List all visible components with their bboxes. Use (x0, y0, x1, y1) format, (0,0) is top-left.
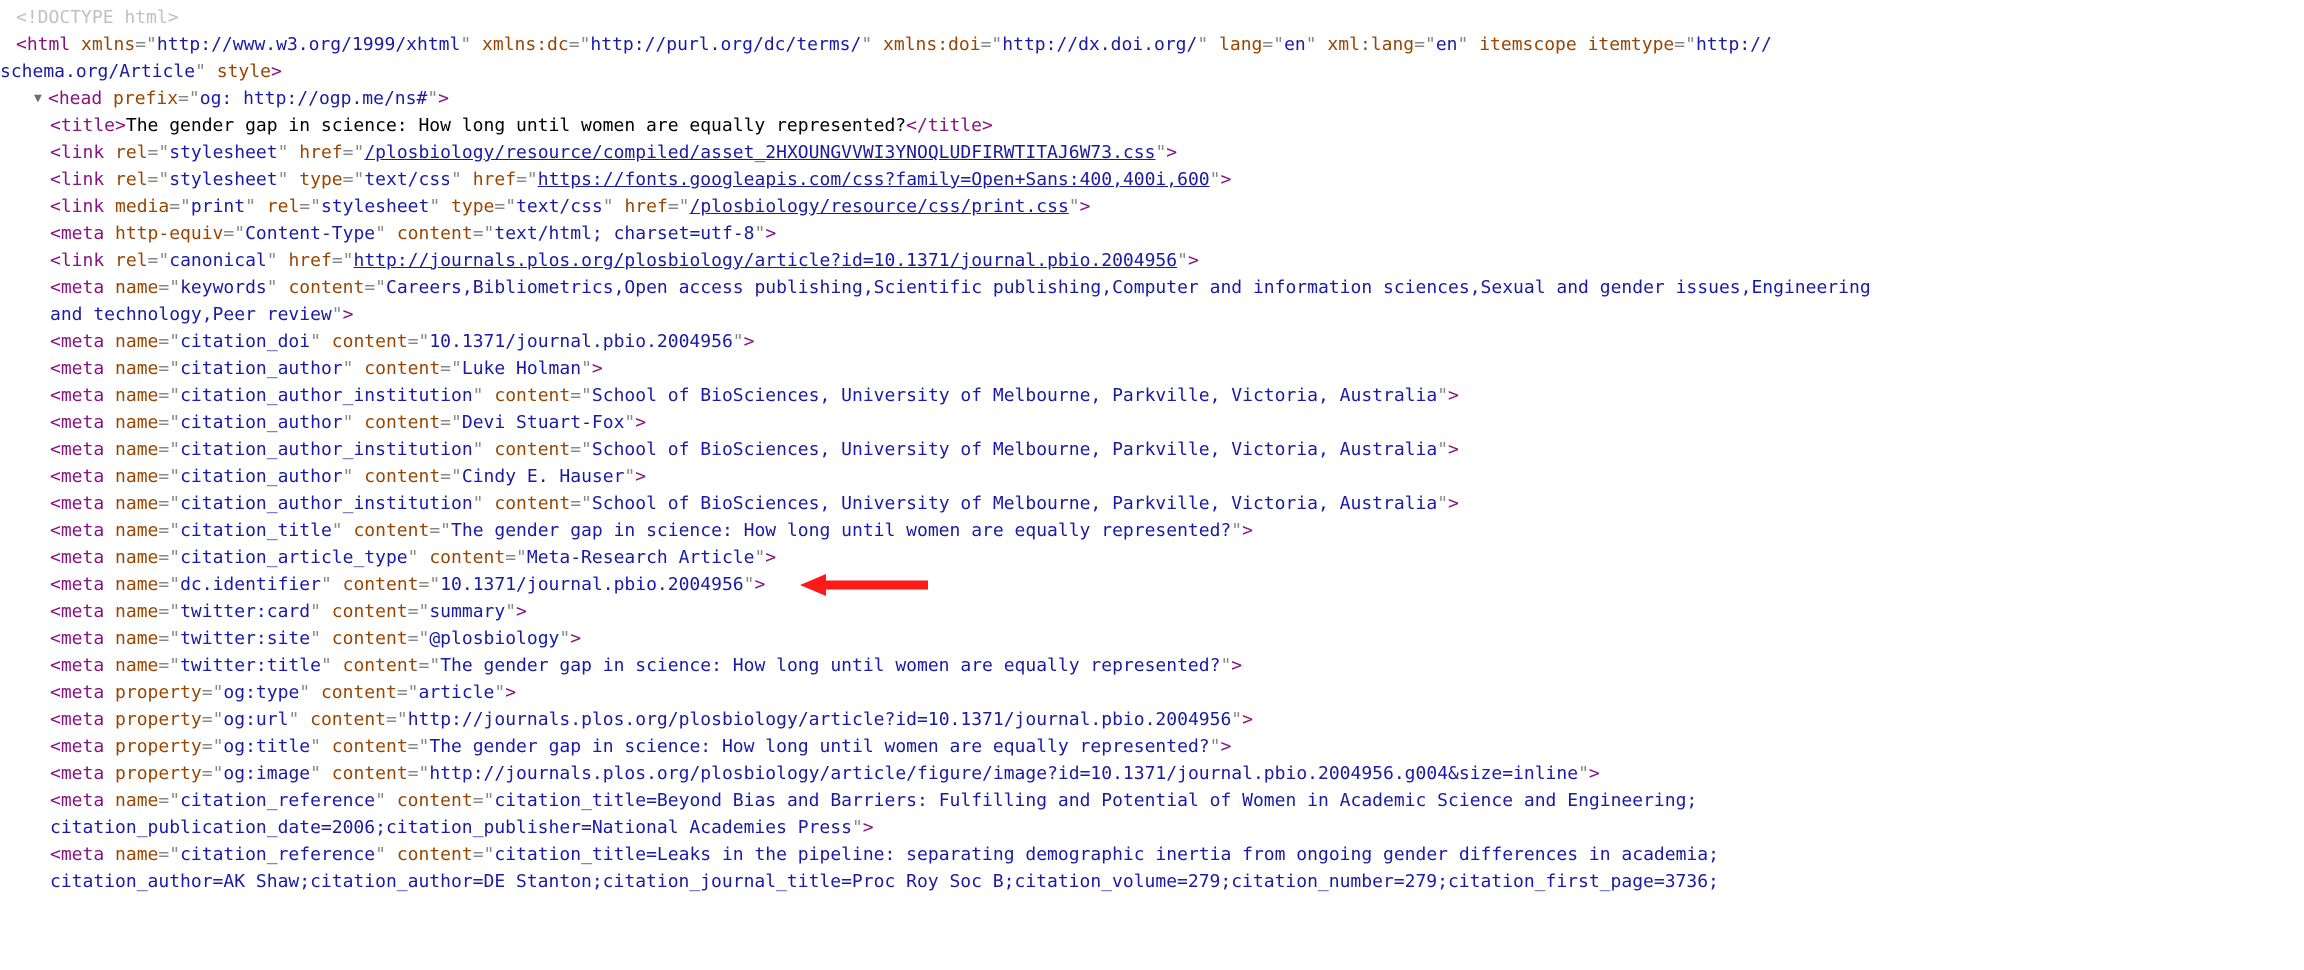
meta-citation-author-institution-node[interactable]: <meta name="citation_author_institution"… (0, 490, 2304, 517)
meta-citation-reference-node-wrap[interactable]: citation_publication_date=2006;citation_… (0, 814, 2304, 841)
link-print-stylesheet-node[interactable]: <link media="print" rel="stylesheet" typ… (0, 193, 2304, 220)
meta-og-type-node[interactable]: <meta property="og:type" content="articl… (0, 679, 2304, 706)
meta-og-title-node[interactable]: <meta property="og:title" content="The g… (0, 733, 2304, 760)
meta-citation-article-type-node[interactable]: <meta name="citation_article_type" conte… (0, 544, 2304, 571)
meta-citation-author-node[interactable]: <meta name="citation_author" content="De… (0, 409, 2304, 436)
meta-og-url-node[interactable]: <meta property="og:url" content="http://… (0, 706, 2304, 733)
meta-citation-title-node[interactable]: <meta name="citation_title" content="The… (0, 517, 2304, 544)
meta-twitter-site-node[interactable]: <meta name="twitter:site" content="@plos… (0, 625, 2304, 652)
html-element-node-wrap[interactable]: schema.org/Article" style> (0, 58, 2304, 85)
meta-twitter-title-node[interactable]: <meta name="twitter:title" content="The … (0, 652, 2304, 679)
meta-content-type-node[interactable]: <meta http-equiv="Content-Type" content=… (0, 220, 2304, 247)
meta-twitter-card-node[interactable]: <meta name="twitter:card" content="summa… (0, 598, 2304, 625)
link-canonical-node[interactable]: <link rel="canonical" href="http://journ… (0, 247, 2304, 274)
stylesheet-href-link[interactable]: /plosbiology/resource/css/print.css (690, 196, 1069, 217)
meta-citation-author-node[interactable]: <meta name="citation_author" content="Lu… (0, 355, 2304, 382)
meta-citation-author-institution-node[interactable]: <meta name="citation_author_institution"… (0, 382, 2304, 409)
meta-dc-identifier-node[interactable]: <meta name="dc.identifier" content="10.1… (0, 571, 2304, 598)
stylesheet-href-link[interactable]: https://fonts.googleapis.com/css?family=… (538, 169, 1210, 190)
title-element-node[interactable]: <title>The gender gap in science: How lo… (0, 112, 2304, 139)
annotation-arrow-icon (800, 572, 930, 598)
meta-og-image-node[interactable]: <meta property="og:image" content="http:… (0, 760, 2304, 787)
meta-citation-author-node[interactable]: <meta name="citation_author" content="Ci… (0, 463, 2304, 490)
head-element-node[interactable]: ▼<head prefix="og: http://ogp.me/ns#"> (0, 85, 2304, 112)
canonical-href-link[interactable]: http://journals.plos.org/plosbiology/art… (354, 250, 1178, 271)
meta-keywords-node[interactable]: <meta name="keywords" content="Careers,B… (0, 274, 2304, 301)
meta-citation-reference-node[interactable]: <meta name="citation_reference" content=… (0, 787, 2304, 814)
meta-citation-doi-node[interactable]: <meta name="citation_doi" content="10.13… (0, 328, 2304, 355)
meta-citation-author-institution-node[interactable]: <meta name="citation_author_institution"… (0, 436, 2304, 463)
link-stylesheet-node[interactable]: <link rel="stylesheet" href="/plosbiolog… (0, 139, 2304, 166)
meta-citation-reference-node[interactable]: <meta name="citation_reference" content=… (0, 841, 2304, 868)
expand-toggle-icon[interactable]: ▼ (34, 89, 46, 109)
stylesheet-href-link[interactable]: /plosbiology/resource/compiled/asset_2HX… (364, 142, 1155, 163)
html-element-node[interactable]: <html xmlns="http://www.w3.org/1999/xhtm… (0, 31, 2304, 58)
meta-keywords-node-wrap[interactable]: and technology,Peer review"> (0, 301, 2304, 328)
meta-citation-reference-node-wrap[interactable]: citation_author=AK Shaw;citation_author=… (0, 868, 2304, 895)
doctype-node[interactable]: <!DOCTYPE html> (0, 4, 2304, 31)
link-stylesheet-node[interactable]: <link rel="stylesheet" type="text/css" h… (0, 166, 2304, 193)
devtools-elements-panel: <!DOCTYPE html> /* remove placeholder wr… (0, 4, 2304, 895)
